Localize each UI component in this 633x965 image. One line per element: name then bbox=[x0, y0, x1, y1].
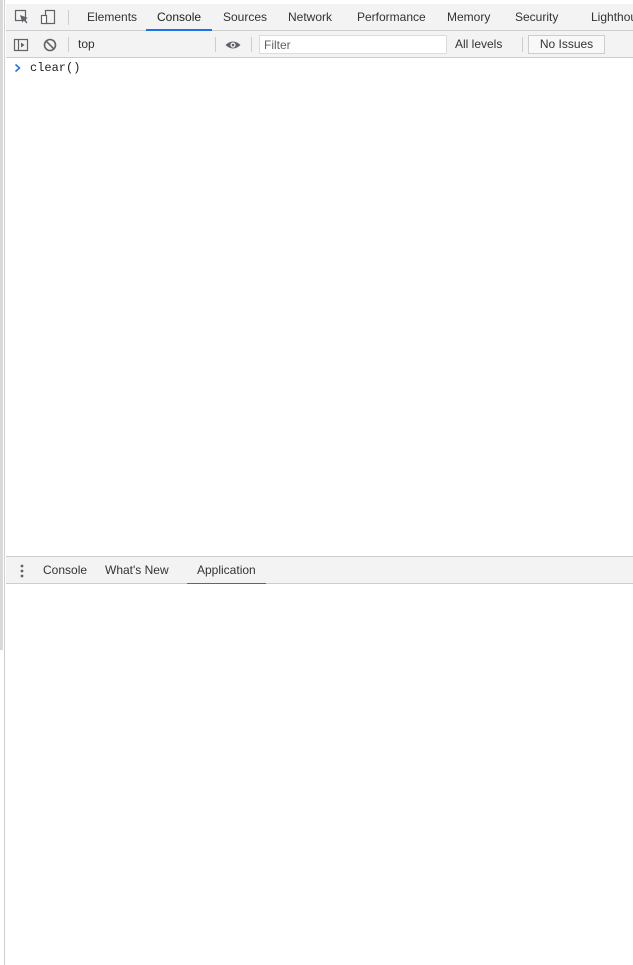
tab-network[interactable]: Network bbox=[288, 4, 332, 30]
console-filter-input[interactable] bbox=[259, 35, 447, 54]
tab-performance[interactable]: Performance bbox=[357, 4, 426, 30]
scrollbar-strip bbox=[0, 0, 3, 650]
device-toolbar-icon[interactable] bbox=[39, 8, 57, 26]
devtools-main-tabbar: Elements Console Sources Network Perform… bbox=[6, 4, 633, 31]
toolbar-divider bbox=[251, 37, 252, 52]
prompt-chevron-icon bbox=[8, 63, 28, 73]
drawer-tabbar: Console What's New Application bbox=[6, 556, 633, 585]
left-window-edge bbox=[0, 0, 5, 965]
console-command-text: clear() bbox=[30, 61, 81, 75]
live-expression-eye-icon[interactable] bbox=[224, 36, 242, 54]
console-command-line: clear() bbox=[6, 59, 633, 77]
toolbar-divider bbox=[215, 37, 216, 52]
tabbar-divider bbox=[68, 10, 69, 25]
tab-memory[interactable]: Memory bbox=[447, 4, 490, 30]
clear-console-icon[interactable] bbox=[41, 36, 59, 54]
inspect-element-icon[interactable] bbox=[13, 8, 31, 26]
execution-context-selector[interactable]: top bbox=[78, 31, 95, 58]
tab-console[interactable]: Console bbox=[145, 4, 213, 31]
sidebar-toggle-icon[interactable] bbox=[12, 36, 30, 54]
toolbar-divider bbox=[68, 37, 69, 52]
tab-security[interactable]: Security bbox=[515, 4, 558, 30]
drawer-panel-application bbox=[6, 584, 633, 965]
tab-elements[interactable]: Elements bbox=[87, 4, 137, 30]
log-levels-dropdown[interactable]: All levels bbox=[455, 31, 502, 58]
tab-lighthouse[interactable]: Lighthou bbox=[591, 4, 633, 30]
console-output[interactable]: clear() bbox=[6, 58, 633, 556]
drawer-tab-whats-new[interactable]: What's New bbox=[105, 557, 169, 584]
issues-button[interactable]: No Issues bbox=[528, 35, 605, 54]
toolbar-divider bbox=[522, 37, 523, 52]
tab-sources[interactable]: Sources bbox=[223, 4, 267, 30]
kebab-menu-icon[interactable] bbox=[14, 562, 30, 579]
drawer-tab-console[interactable]: Console bbox=[43, 557, 87, 584]
console-toolbar: top All levels No Issues bbox=[6, 31, 633, 58]
drawer-tab-application[interactable]: Application bbox=[187, 557, 266, 585]
